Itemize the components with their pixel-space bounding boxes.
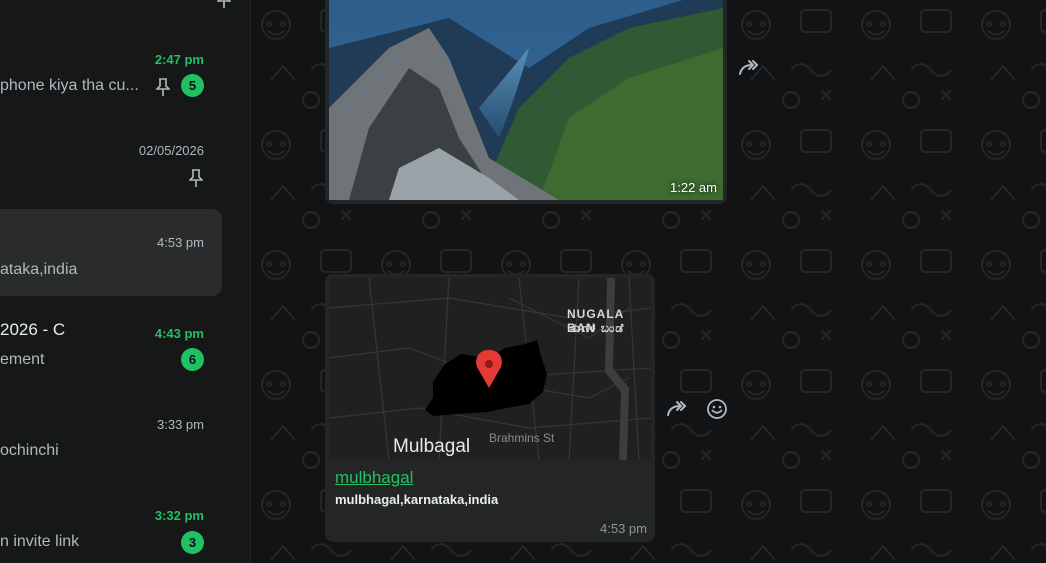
chat-item[interactable]: 2026 - C 4:43 pm ement 6 xyxy=(0,310,222,380)
chat-item[interactable]: 3:32 pm n invite link 3 xyxy=(0,491,222,563)
chat-time: 3:32 pm xyxy=(154,508,204,523)
chat-title: 2026 - C xyxy=(0,320,66,339)
chat-item[interactable]: 02/05/2026 xyxy=(0,134,222,204)
pin-icon xyxy=(156,78,170,96)
chat-time: 4:43 pm xyxy=(154,326,204,341)
smiley-icon[interactable] xyxy=(706,398,728,420)
forward-arrow-icon[interactable] xyxy=(666,400,690,418)
chat-item[interactable]: 2:47 pm phone kiya tha cu... 5 xyxy=(0,40,222,110)
chat-time: 02/05/2026 xyxy=(138,143,204,158)
chat-preview: phone kiya tha cu... xyxy=(0,77,139,94)
chat-preview: ochinchi xyxy=(0,442,59,459)
conversation-panel: 1:22 am NUGALA BAN ನುಗಳ ಬಂಡೆ Mulbagal Br… xyxy=(251,0,1046,563)
forward-arrow-icon[interactable] xyxy=(738,59,762,77)
map-label: Mulbagal xyxy=(393,436,471,457)
unread-badge: 6 xyxy=(181,348,204,371)
chat-list: 2:47 pm phone kiya tha cu... 5 02/05/202… xyxy=(0,0,251,563)
chat-time: 3:33 pm xyxy=(157,417,204,432)
location-message[interactable]: NUGALA BAN ನುಗಳ ಬಂಡೆ Mulbagal Brahmins S… xyxy=(325,274,655,542)
unread-badge: 3 xyxy=(181,531,204,554)
message-time: 1:22 am xyxy=(670,180,717,195)
pin-icon xyxy=(189,169,203,187)
fjord-photo xyxy=(329,0,723,200)
image-message[interactable]: 1:22 am xyxy=(325,0,727,204)
message-time: 4:53 pm xyxy=(600,521,647,536)
pin-icon xyxy=(217,0,231,8)
unread-badge: 5 xyxy=(181,74,204,97)
map-label: Brahmins St xyxy=(489,431,555,445)
chat-preview: ataka,india xyxy=(0,261,78,278)
map-label: ನುಗಳ ಬಂಡೆ xyxy=(570,321,625,335)
location-address: mulbhagal,karnataka,india xyxy=(335,492,499,507)
chat-preview: ement xyxy=(0,351,45,368)
chat-preview: n invite link xyxy=(0,533,80,550)
chat-item[interactable]: 3:33 pm ochinchi xyxy=(0,400,222,470)
chat-item-selected[interactable]: 4:53 pm ataka,india xyxy=(0,209,222,296)
chat-time: 2:47 pm xyxy=(154,52,204,67)
chat-time: 4:53 pm xyxy=(157,235,204,250)
location-name-link[interactable]: mulbhagal xyxy=(335,468,413,488)
